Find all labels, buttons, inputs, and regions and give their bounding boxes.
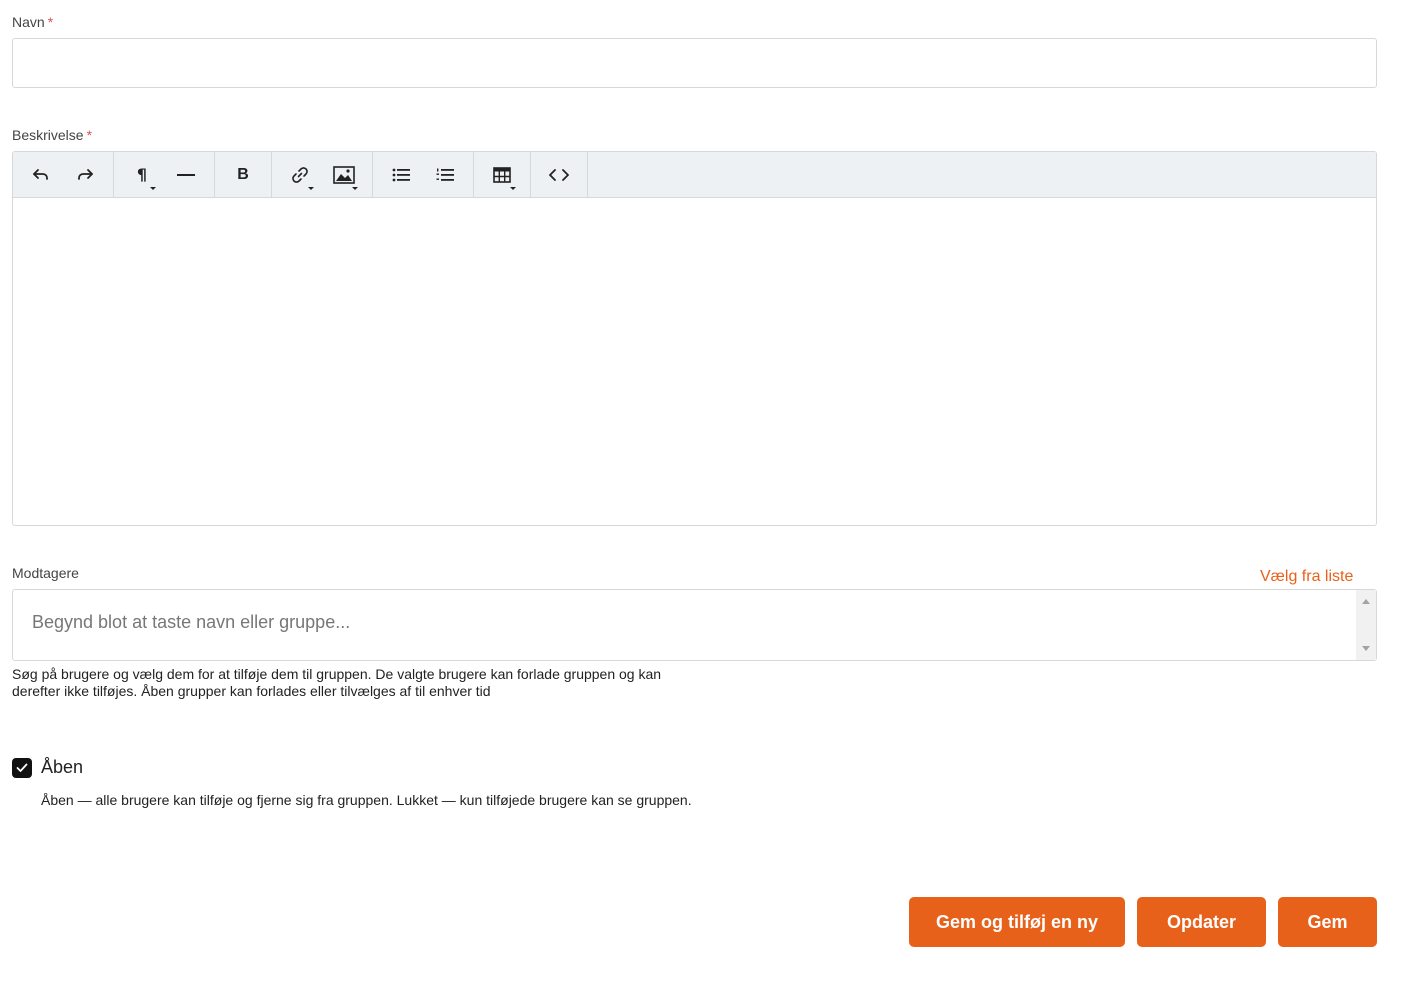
recipients-field	[12, 589, 1377, 661]
required-mark: *	[47, 14, 54, 30]
recipients-input[interactable]	[13, 590, 1356, 660]
open-checkbox-label[interactable]: Åben	[41, 757, 83, 778]
required-mark: *	[86, 127, 93, 143]
toolbar-group-source	[531, 152, 588, 197]
group-form: Navn * Beskrivelse * ¶ B Modtagere Vælg …	[0, 0, 1423, 1005]
scroll-down-icon[interactable]	[1362, 646, 1370, 651]
name-label: Navn *	[12, 14, 53, 30]
code-icon[interactable]	[537, 152, 581, 198]
description-editor: ¶ B	[12, 151, 1377, 526]
link-icon[interactable]	[278, 152, 322, 198]
recipients-help-text: Søg på brugere og vælg dem for at tilføj…	[12, 666, 662, 699]
pick-from-list-link[interactable]: Vælg fra liste	[1260, 568, 1353, 586]
toolbar-group-insert	[272, 152, 373, 197]
save-button[interactable]: Gem	[1278, 897, 1377, 947]
paragraph-icon[interactable]: ¶	[120, 152, 164, 198]
horizontal-rule-icon[interactable]	[164, 152, 208, 198]
checkmark-icon	[16, 763, 28, 772]
numbered-list-icon[interactable]	[423, 152, 467, 198]
open-checkbox[interactable]	[12, 758, 32, 778]
name-label-text: Navn	[12, 14, 45, 30]
toolbar-group-history	[13, 152, 114, 197]
scroll-up-icon[interactable]	[1362, 599, 1370, 604]
bold-icon[interactable]: B	[221, 152, 265, 198]
open-description: Åben — alle brugere kan tilføje og fjern…	[41, 792, 692, 808]
name-input[interactable]	[12, 38, 1377, 88]
toolbar-group-lists	[373, 152, 474, 197]
toolbar-group-format: B	[215, 152, 272, 197]
editor-content-area[interactable]	[13, 198, 1376, 525]
table-icon[interactable]	[480, 152, 524, 198]
recipients-label: Modtagere	[12, 565, 79, 581]
toolbar-group-table	[474, 152, 531, 197]
bullet-list-icon[interactable]	[379, 152, 423, 198]
update-button[interactable]: Opdater	[1137, 897, 1266, 947]
description-label: Beskrivelse *	[12, 127, 92, 143]
editor-toolbar: ¶ B	[13, 152, 1376, 198]
description-label-text: Beskrivelse	[12, 127, 84, 143]
undo-icon[interactable]	[19, 152, 63, 198]
image-icon[interactable]	[322, 152, 366, 198]
redo-icon[interactable]	[63, 152, 107, 198]
save-and-add-new-button[interactable]: Gem og tilføj en ny	[909, 897, 1125, 947]
toolbar-group-block: ¶	[114, 152, 215, 197]
recipients-scrollbar[interactable]	[1356, 590, 1376, 660]
